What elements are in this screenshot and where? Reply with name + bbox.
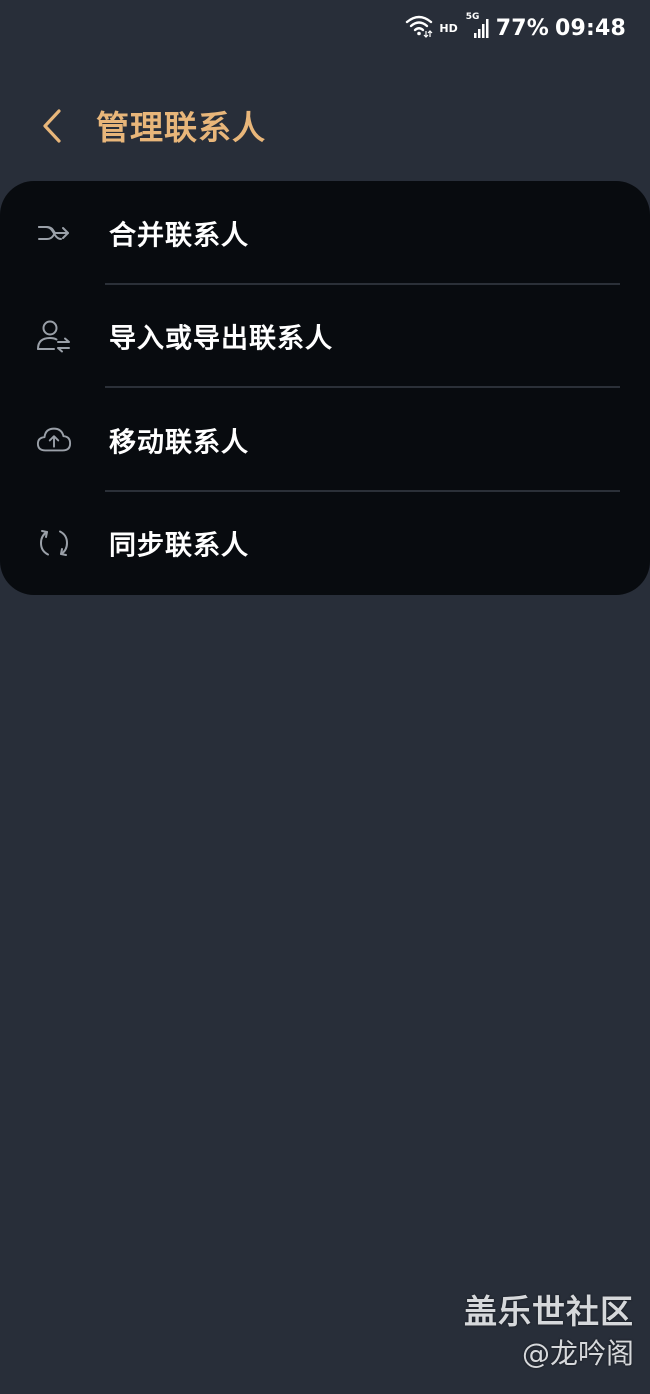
person-transfer-icon: [36, 318, 72, 354]
cloud-upload-icon: [36, 422, 72, 458]
status-bar: HD 5G 77% 09:48: [0, 0, 650, 56]
page-title: 管理联系人: [96, 108, 266, 147]
manage-contacts-menu: 合并联系人 导入或导出联系人 移动联系人 同步联系人: [0, 181, 650, 595]
watermark-community: 盖乐世社区: [464, 1292, 634, 1331]
menu-item-move-contacts[interactable]: 移动联系人: [0, 388, 650, 492]
signal-icon: 5G: [466, 12, 490, 40]
menu-item-label: 合并联系人: [109, 220, 249, 252]
wifi-icon: [405, 14, 433, 42]
menu-item-sync-contacts[interactable]: 同步联系人: [0, 492, 650, 596]
menu-item-label: 同步联系人: [109, 530, 249, 562]
chevron-left-icon: [41, 108, 63, 148]
menu-item-import-export-contacts[interactable]: 导入或导出联系人: [0, 285, 650, 388]
menu-item-label: 导入或导出联系人: [109, 323, 333, 355]
status-indicators: HD 5G 77% 09:48: [405, 12, 626, 44]
merge-icon: [36, 215, 72, 251]
clock: 09:48: [554, 15, 626, 41]
sync-icon: [36, 525, 72, 561]
back-button[interactable]: [36, 106, 68, 150]
hd-badge: HD: [439, 21, 458, 35]
menu-item-merge-contacts[interactable]: 合并联系人: [0, 181, 650, 285]
watermark: 盖乐世社区 @龙吟阁: [464, 1290, 634, 1374]
watermark-author: @龙吟阁: [521, 1337, 634, 1370]
battery-percent: 77%: [495, 15, 549, 41]
app-header: 管理联系人: [0, 96, 650, 160]
menu-item-label: 移动联系人: [109, 427, 249, 459]
